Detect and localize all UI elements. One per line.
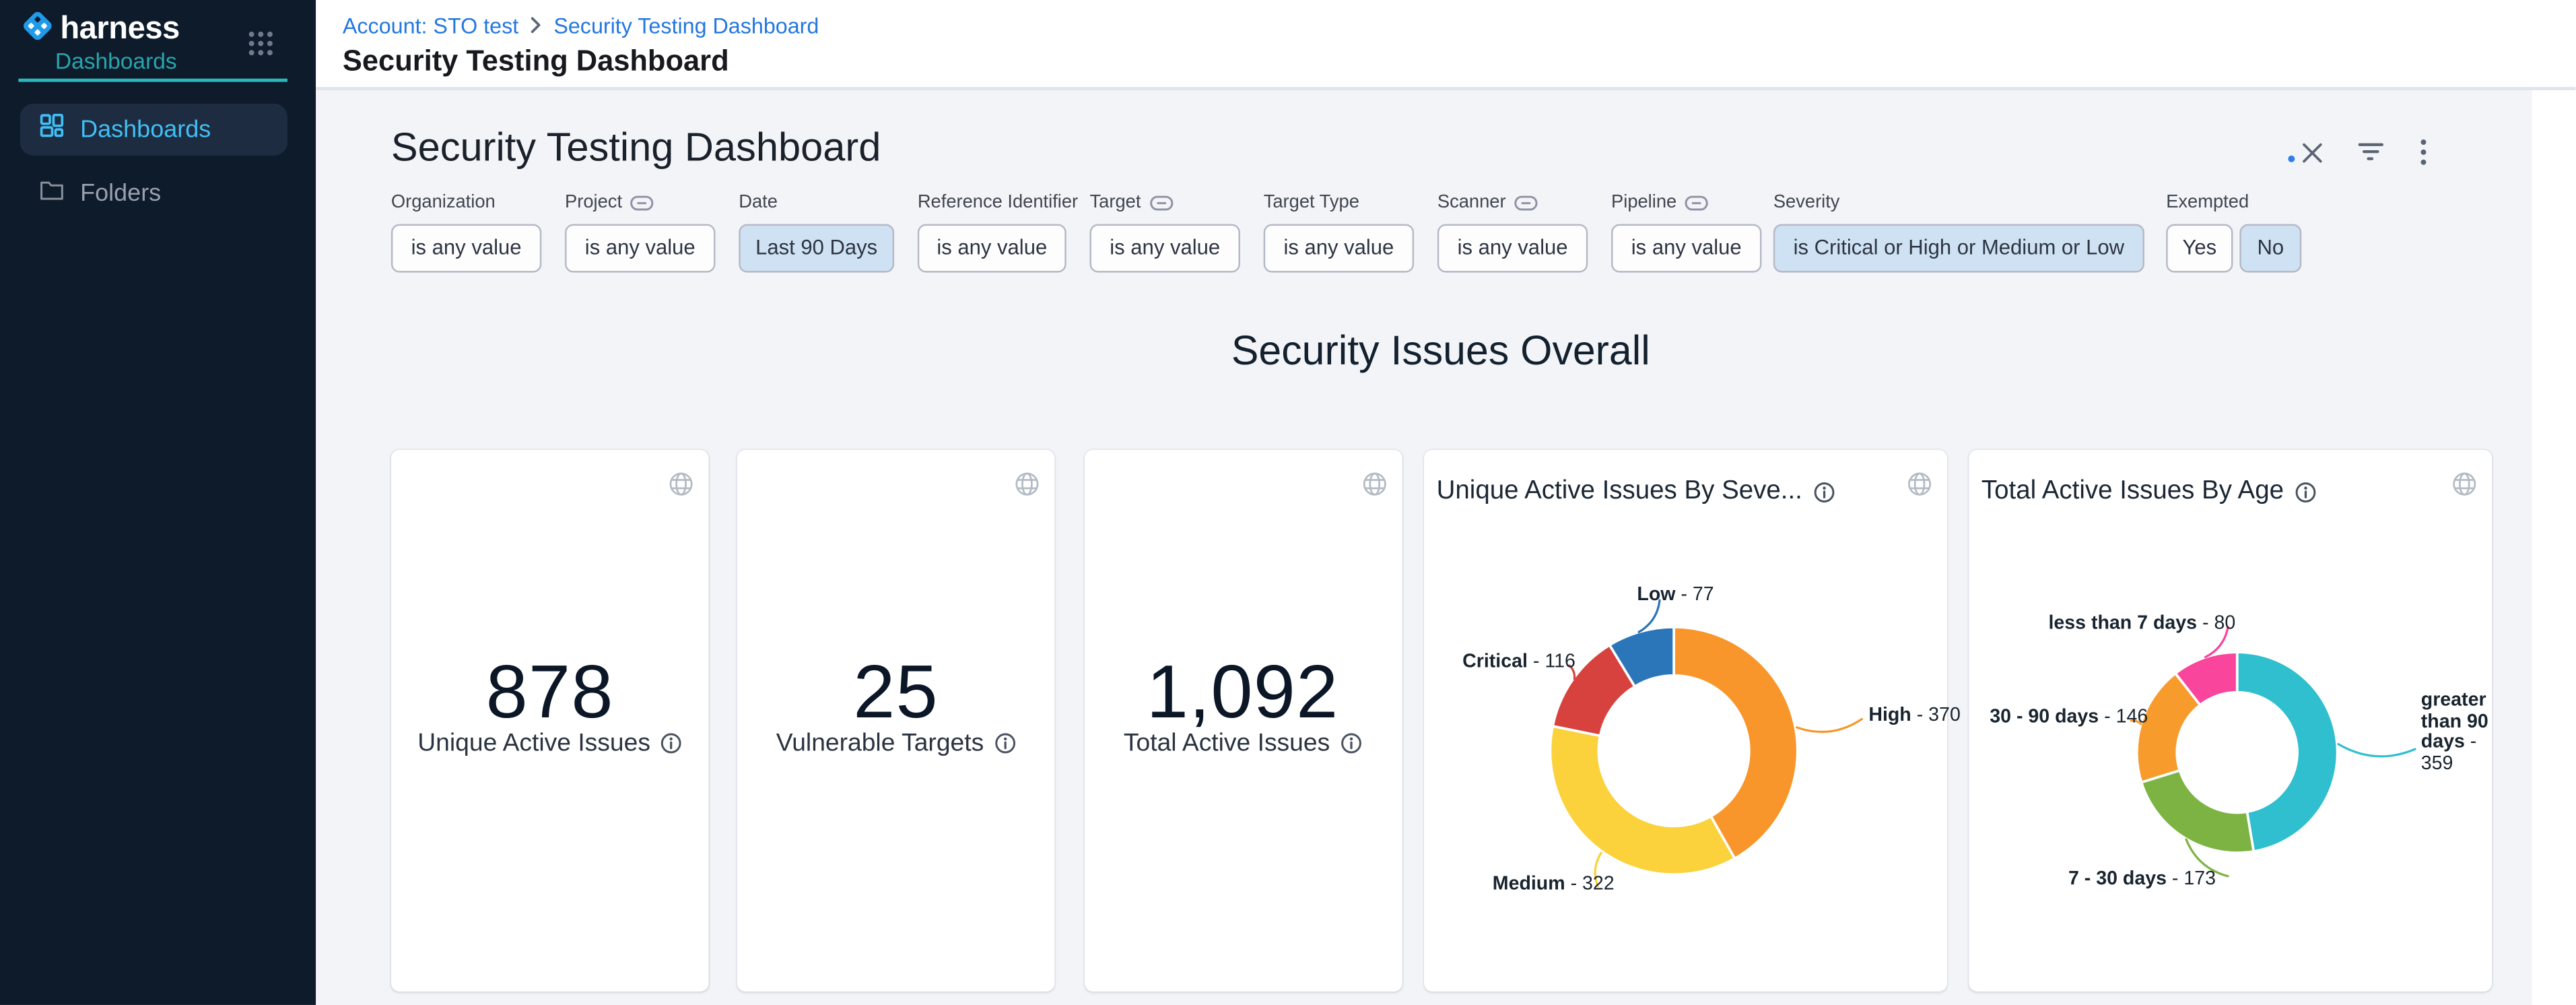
donut-label-high: High - 370 [1868,706,1960,727]
sidebar-item-dashboards[interactable]: Dashboards [20,104,287,156]
scrollbar-gutter[interactable] [2532,90,2576,1005]
filter-value-scanner[interactable]: is any value [1437,224,1588,272]
donut-label-30-90-days: 30 - 90 days - 146 [1990,707,2148,729]
module-divider [18,79,287,82]
link-icon [1685,195,1709,209]
sidebar: harness Dashboards Dashboards Folders [0,0,316,1005]
chart-card-age: Total Active Issues By Agegreater than 9… [1968,450,2491,992]
filter-label-severity: Severity [1773,192,1840,212]
link-icon [630,195,654,209]
stat-card-vulnerable-targets: 25Vulnerable Targets [737,450,1055,992]
filter-value-severity[interactable]: is Critical or High or Medium or Low [1773,224,2144,272]
filter-value-pipeline[interactable]: is any value [1611,224,1761,272]
close-icon[interactable] [2291,132,2332,172]
filter-value-target[interactable]: is any value [1090,224,1240,272]
stat-value: 25 [737,649,1055,736]
donut-label-less-than-7-days: less than 7 days - 80 [2048,614,2235,635]
breadcrumb: Account: STO test Security Testing Dashb… [343,13,819,37]
info-icon[interactable] [994,732,1015,754]
filter-toggle-yes[interactable]: Yes [2166,224,2233,272]
filter-value-reference-identifier[interactable]: is any value [918,224,1066,272]
filter-label-pipeline: Pipeline [1611,192,1708,212]
globe-icon[interactable] [1015,472,1040,496]
stat-value: 1,092 [1084,649,1402,736]
donut-label-critical: Critical - 116 [1462,652,1575,674]
donut-label-7-30-days: 7 - 30 days - 173 [2068,870,2216,891]
chevron-right-icon [531,17,542,34]
filter-label-project: Project [565,192,654,212]
filter-label-organization: Organization [391,192,496,212]
dashboard-title: Security Testing Dashboard [391,125,881,172]
link-icon [1149,195,1173,209]
chart-card-severity: Unique Active Issues By Seve...High - 37… [1423,450,1946,992]
filter-label-target: Target [1090,192,1173,212]
sidebar-item-label: Dashboards [80,117,211,143]
stat-card-unique-active-issues: 878Unique Active Issues [391,450,709,992]
breadcrumb-account[interactable]: Account: STO test [343,13,518,38]
filter-label-date: Date [739,192,778,212]
dashboards-grid-icon [40,114,64,145]
donut-label-low: Low - 77 [1637,585,1714,607]
breadcrumb-dashboard[interactable]: Security Testing Dashboard [553,13,819,38]
filter-value-target-type[interactable]: is any value [1264,224,1414,272]
app-window: harness Dashboards Dashboards Folders Acc… [0,0,2576,1005]
page-title: Security Testing Dashboard [343,44,729,79]
module-switcher-icon[interactable] [247,30,274,65]
stat-card-total-active-issues: 1,092Total Active Issues [1084,450,1402,992]
donut-label-greater-than-90-days: greater than 90 days - 359 [2421,690,2498,774]
section-title: Security Issues Overall [391,329,2490,377]
topbar: Account: STO test Security Testing Dashb… [316,0,2576,90]
cursor-dot [2288,156,2295,162]
link-icon [1514,195,1538,209]
info-icon[interactable] [660,732,682,754]
stat-label: Total Active Issues [1084,729,1402,757]
sidebar-item-label: Folders [80,180,161,207]
donut-chart[interactable] [1423,450,1946,992]
filter-toggle-no[interactable]: No [2239,224,2301,272]
info-icon[interactable] [1340,732,1361,754]
stat-value: 878 [391,649,709,736]
filter-label-target-type: Target Type [1264,192,1359,212]
module-label: Dashboards [55,48,177,73]
filter-label-reference-identifier: Reference Identifier [918,192,1078,212]
filter-label-scanner: Scanner [1437,192,1538,212]
dashboard-panel: Security Testing Dashboard Organization i… [316,90,2532,1005]
filter-value-organization[interactable]: is any value [391,224,541,272]
globe-icon[interactable] [669,472,693,496]
stat-label: Unique Active Issues [391,729,709,757]
filter-label-exempted: Exempted [2166,192,2249,212]
sidebar-item-folders[interactable]: Folders [20,167,287,219]
harness-logo-icon [20,8,55,52]
kebab-menu-icon[interactable] [2404,132,2444,172]
filter-value-project[interactable]: is any value [565,224,715,272]
filter-value-date[interactable]: Last 90 Days [739,224,894,272]
filter-icon[interactable] [2350,132,2390,172]
brand-wordmark: harness [60,11,179,48]
donut-label-medium: Medium - 322 [1493,874,1615,896]
folder-icon [40,178,64,208]
globe-icon[interactable] [1361,472,1386,496]
stat-label: Vulnerable Targets [737,729,1055,757]
harness-logo[interactable]: harness [20,11,180,48]
